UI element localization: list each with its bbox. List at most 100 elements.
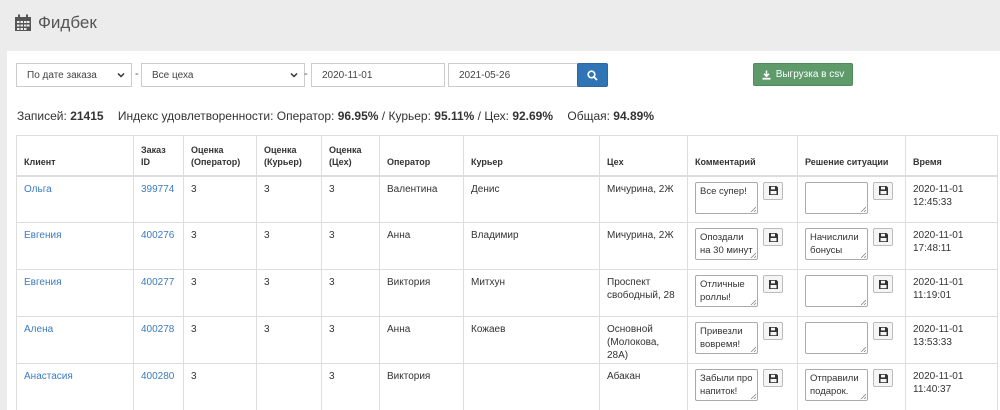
- resize-grip-icon: [860, 206, 866, 212]
- resolution-textarea[interactable]: [805, 322, 868, 354]
- stats-summary: Записей: 21415 Индекс удовлетворенности:…: [17, 109, 654, 123]
- comment-text: Опоздали на 30 минут: [700, 232, 753, 256]
- save-comment-button[interactable]: [763, 275, 783, 293]
- table-header-row: Клиент Заказ ID Оценка (Оператор) Оценка…: [16, 135, 998, 177]
- courier-index-label: / Курьер:: [381, 109, 431, 123]
- resolution-cell: Отправили подарок.: [797, 363, 906, 410]
- courier-cell: Владимир: [463, 222, 600, 270]
- shop-score-cell: 3: [321, 363, 380, 410]
- courier-cell: Митхун: [463, 269, 600, 317]
- save-resolution-button[interactable]: [873, 322, 893, 340]
- shop-score-cell: 3: [321, 269, 380, 317]
- resize-grip-icon: [750, 393, 756, 399]
- client-link[interactable]: Евгения: [24, 277, 62, 288]
- col-resolution: Решение ситуации: [797, 135, 906, 177]
- resolution-cell: [797, 316, 906, 364]
- resolution-textarea[interactable]: Отправили подарок.: [805, 369, 868, 401]
- resolution-textarea[interactable]: [805, 275, 868, 307]
- export-csv-label: Выгрузка в csv: [775, 69, 845, 80]
- resolution-textarea[interactable]: Начислили бонусы: [805, 228, 868, 260]
- filter-bar: По дате заказа - Все цеха - 2020-11-01 2…: [16, 63, 996, 87]
- table-row: Евгения 400277 3 3 3 Виктория Митхун Про…: [16, 269, 998, 317]
- resize-grip-icon: [750, 206, 756, 212]
- comment-text: Привезли вовремя!: [700, 326, 743, 350]
- shop-cell: Проспект свободный, 28: [599, 269, 688, 317]
- time-cell: 2020-11-01 11:40:37: [905, 363, 998, 410]
- save-resolution-button[interactable]: [873, 369, 893, 387]
- shop-index-label: / Цех:: [477, 109, 509, 123]
- save-comment-button[interactable]: [763, 369, 783, 387]
- shop-score-cell: 3: [321, 175, 380, 223]
- save-icon: [768, 279, 778, 289]
- operator-score-cell: 3: [183, 316, 257, 364]
- save-resolution-button[interactable]: [873, 228, 893, 246]
- comment-textarea[interactable]: Привезли вовремя!: [695, 322, 758, 354]
- resolution-textarea[interactable]: [805, 181, 868, 214]
- order-cell: 400280: [133, 363, 184, 410]
- order-link[interactable]: 400276: [141, 230, 174, 241]
- client-cell: Евгения: [16, 222, 134, 270]
- client-link[interactable]: Анастасия: [24, 371, 73, 382]
- shop-score-cell: 3: [321, 222, 380, 270]
- time-cell: 2020-11-01 17:48:11: [905, 222, 998, 270]
- save-resolution-button[interactable]: [873, 275, 893, 293]
- date-mode-select[interactable]: По дате заказа: [16, 63, 132, 87]
- shop-cell: Мичурина, 2Ж: [599, 222, 688, 270]
- order-link[interactable]: 400278: [141, 324, 174, 335]
- comment-cell: Опоздали на 30 минут: [687, 222, 798, 270]
- comment-textarea[interactable]: Опоздали на 30 минут: [695, 228, 758, 260]
- operator-cell: Валентина: [379, 175, 464, 223]
- operator-cell: Анна: [379, 316, 464, 364]
- resolution-text: Отправили подарок.: [810, 373, 859, 397]
- save-icon: [768, 373, 778, 383]
- page-header: Фидбек: [14, 11, 97, 35]
- operator-score-cell: 3: [183, 222, 257, 270]
- shop-select[interactable]: Все цеха: [141, 63, 305, 87]
- courier-cell: Денис: [463, 175, 600, 223]
- date-from-value: 2020-11-01: [322, 69, 373, 81]
- date-to-input[interactable]: 2021-05-26: [448, 63, 585, 87]
- shop-cell: Мичурина, 2Ж: [599, 175, 688, 223]
- download-icon: [762, 70, 771, 80]
- col-courier: Курьер: [463, 135, 600, 177]
- save-resolution-button[interactable]: [873, 181, 893, 200]
- order-link[interactable]: 400280: [141, 371, 174, 382]
- save-comment-button[interactable]: [763, 228, 783, 246]
- save-icon: [878, 186, 888, 195]
- order-cell: 400277: [133, 269, 184, 317]
- resize-grip-icon: [750, 299, 756, 305]
- table-row: Алена 400278 3 3 3 Анна Кожаев Основной …: [16, 316, 998, 364]
- save-comment-button[interactable]: [763, 181, 783, 200]
- search-button[interactable]: [577, 63, 608, 87]
- calendar-icon: [15, 14, 31, 31]
- date-from-input[interactable]: 2020-11-01: [311, 63, 445, 87]
- operator-score-cell: 3: [183, 269, 257, 317]
- chevron-down-icon: [117, 72, 125, 78]
- feedback-panel: По дате заказа - Все цеха - 2020-11-01 2…: [7, 51, 1000, 410]
- client-link[interactable]: Евгения: [24, 230, 62, 241]
- client-link[interactable]: Алена: [24, 324, 53, 335]
- order-cell: 400276: [133, 222, 184, 270]
- save-icon: [768, 186, 778, 195]
- col-time: Время: [905, 135, 998, 177]
- shop-cell: Основной (Молокова, 28А): [599, 316, 688, 364]
- shop-score-cell: 3: [321, 316, 380, 364]
- col-operator: Оператор: [379, 135, 464, 177]
- total-index-label: Общая:: [567, 109, 610, 123]
- save-comment-button[interactable]: [763, 322, 783, 340]
- client-link[interactable]: Ольга: [24, 184, 52, 195]
- comment-textarea[interactable]: Забыли про напиток!: [695, 369, 758, 401]
- resize-grip-icon: [750, 252, 756, 258]
- order-link[interactable]: 400277: [141, 277, 174, 288]
- courier-score-cell: 3: [256, 316, 322, 364]
- export-csv-button[interactable]: Выгрузка в csv: [753, 63, 853, 86]
- resize-grip-icon: [750, 346, 756, 352]
- shop-select-value: Все цеха: [152, 69, 194, 81]
- courier-index: 95.11%: [434, 109, 475, 123]
- comment-textarea[interactable]: Все супер!: [695, 181, 758, 214]
- comment-cell: Забыли про напиток!: [687, 363, 798, 410]
- shop-index: 92.69%: [512, 109, 554, 123]
- order-link[interactable]: 399774: [141, 184, 174, 195]
- comment-textarea[interactable]: Отличные роллы!: [695, 275, 758, 307]
- save-icon: [878, 326, 888, 336]
